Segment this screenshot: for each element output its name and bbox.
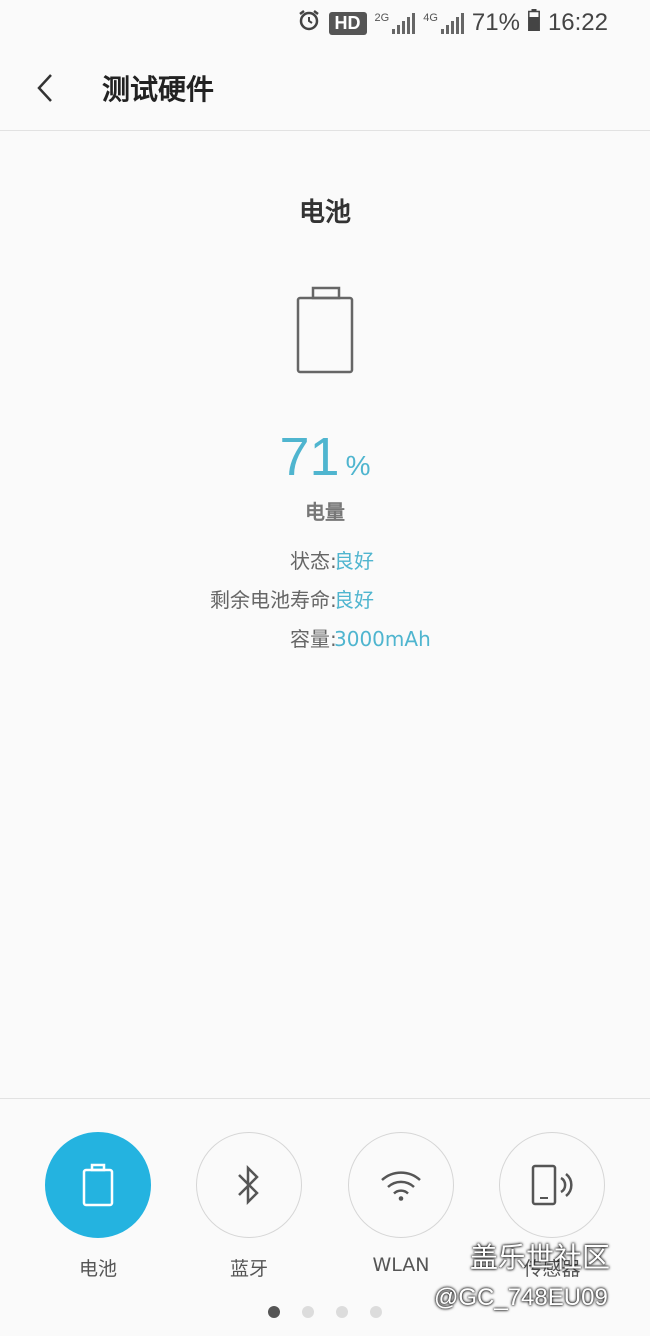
page-indicator bbox=[268, 1306, 382, 1318]
alarm-icon bbox=[297, 8, 321, 39]
page-dot[interactable] bbox=[370, 1306, 382, 1318]
info-label: 容量 bbox=[290, 627, 330, 651]
page-dot[interactable] bbox=[268, 1306, 280, 1318]
tab-label: 蓝牙 bbox=[229, 1258, 268, 1280]
info-row-capacity: 容量 : 3000mAh bbox=[0, 624, 650, 654]
large-battery-icon bbox=[296, 286, 356, 380]
status-battery-icon bbox=[527, 8, 540, 38]
clock: 16:22 bbox=[547, 9, 608, 36]
back-arrow-icon bbox=[37, 74, 52, 102]
battery-level: 71% bbox=[0, 426, 650, 488]
divider bbox=[0, 1098, 650, 1099]
watermark-handle: @GC_748EU09 bbox=[434, 1284, 608, 1311]
signal-2g-icon: 2G bbox=[375, 12, 416, 34]
info-label: 状态 bbox=[290, 549, 330, 573]
battery-level-unit: % bbox=[345, 450, 371, 481]
hd-badge: HD bbox=[328, 11, 367, 35]
tab-wlan[interactable]: WLAN bbox=[348, 1132, 454, 1276]
battery-level-caption: 电量 bbox=[305, 500, 345, 524]
tab-label: WLAN bbox=[372, 1254, 430, 1276]
section-title: 电池 bbox=[298, 198, 351, 228]
wifi-icon bbox=[381, 1171, 421, 1201]
battery-percent: 71% bbox=[471, 9, 520, 36]
page-dot[interactable] bbox=[336, 1306, 348, 1318]
phone-vibrate-icon bbox=[531, 1164, 573, 1206]
watermark-title: 盖乐世社区 bbox=[470, 1241, 611, 1274]
info-row-remaining-life: 剩余电池寿命 : 良好 bbox=[0, 585, 650, 615]
bluetooth-icon bbox=[238, 1164, 259, 1206]
info-value: 3000mAh bbox=[334, 627, 431, 651]
battery-level-value: 71 bbox=[279, 427, 340, 487]
info-label: 剩余电池寿命 bbox=[210, 588, 330, 612]
page-dot[interactable] bbox=[302, 1306, 314, 1318]
tab-label: 电池 bbox=[78, 1258, 117, 1280]
info-row-status: 状态 : 良好 bbox=[0, 546, 650, 576]
info-value: 良好 bbox=[334, 549, 374, 573]
back-button[interactable] bbox=[0, 46, 90, 130]
page-title: 测试硬件 bbox=[102, 73, 215, 106]
status-bar: HD 2G 4G 71% 16:22 bbox=[0, 0, 650, 46]
tab-battery[interactable]: 电池 bbox=[45, 1132, 151, 1281]
app-bar: 测试硬件 bbox=[0, 46, 650, 131]
info-value: 良好 bbox=[334, 588, 374, 612]
tab-bluetooth[interactable]: 蓝牙 bbox=[196, 1132, 302, 1281]
battery-icon bbox=[82, 1163, 114, 1207]
signal-4g-icon: 4G bbox=[423, 12, 464, 34]
